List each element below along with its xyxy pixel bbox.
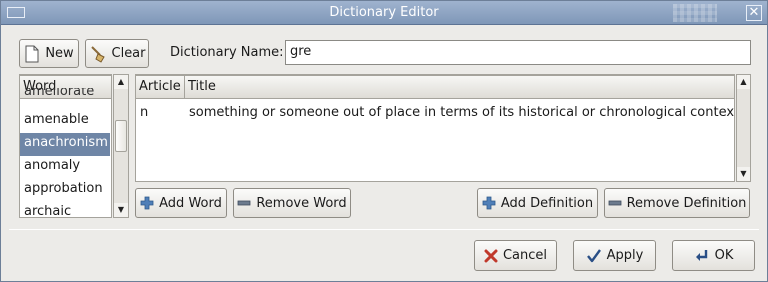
word-list[interactable]: Word ameliorate amenable anachronism ano… xyxy=(19,74,112,218)
cancel-icon xyxy=(484,249,498,262)
new-document-icon xyxy=(25,45,39,62)
apply-label: Apply xyxy=(606,248,644,263)
remove-word-label: Remove Word xyxy=(256,195,347,211)
title-bar[interactable]: Dictionary Editor ✕ xyxy=(1,1,767,25)
checkmark-icon xyxy=(586,248,601,262)
remove-definition-label: Remove Definition xyxy=(626,195,747,211)
scroll-thumb[interactable] xyxy=(115,120,127,152)
dictionary-editor-window: Dictionary Editor ✕ New Clear Dictionary… xyxy=(0,0,768,282)
list-item-selected[interactable]: anachronism xyxy=(20,133,110,156)
dictionary-name-label: Dictionary Name: xyxy=(170,45,284,60)
scroll-down-arrow-icon[interactable]: ▼ xyxy=(737,167,750,181)
remove-definition-button[interactable]: Remove Definition xyxy=(604,188,750,218)
new-button-label: New xyxy=(45,46,74,61)
apply-button[interactable]: Apply xyxy=(573,240,656,271)
list-item-partial[interactable]: ameliorate xyxy=(20,88,110,102)
titlebar-decoration xyxy=(673,4,717,22)
minus-icon xyxy=(608,200,621,206)
plus-icon xyxy=(140,196,154,210)
cancel-button[interactable]: Cancel xyxy=(474,240,557,271)
plus-icon xyxy=(482,196,496,210)
separator xyxy=(9,229,759,230)
row-article: n xyxy=(140,105,149,120)
broom-icon xyxy=(90,45,105,63)
remove-word-button[interactable]: Remove Word xyxy=(233,188,351,218)
word-list-scrollbar[interactable]: ▲ ▼ xyxy=(113,74,129,218)
definitions-scrollbar[interactable]: ▲ ▼ xyxy=(736,74,751,182)
definitions-table[interactable]: Article Title n something or someone out… xyxy=(135,74,735,182)
new-button[interactable]: New xyxy=(19,39,79,68)
ok-label: OK xyxy=(714,248,734,263)
close-icon[interactable]: ✕ xyxy=(746,5,762,21)
title-column-header[interactable]: Title xyxy=(184,75,734,99)
list-item[interactable]: approbation xyxy=(20,179,110,202)
ok-button[interactable]: OK xyxy=(672,240,755,271)
add-word-button[interactable]: Add Word xyxy=(135,188,227,218)
list-item[interactable]: amenable xyxy=(20,110,110,133)
row-title: something or someone out of place in ter… xyxy=(189,105,735,120)
clear-button-label: Clear xyxy=(111,46,146,61)
enter-arrow-icon xyxy=(695,249,707,261)
add-word-label: Add Word xyxy=(159,195,222,211)
clear-button[interactable]: Clear xyxy=(85,39,149,68)
cancel-label: Cancel xyxy=(502,248,548,263)
table-row[interactable]: n something or someone out of place in t… xyxy=(136,105,735,125)
minus-icon xyxy=(237,200,251,206)
list-item[interactable]: anomaly xyxy=(20,156,110,179)
dictionary-name-field[interactable]: gre xyxy=(285,40,751,65)
scroll-up-arrow-icon[interactable]: ▲ xyxy=(114,75,128,89)
add-definition-label: Add Definition xyxy=(500,195,594,211)
article-column-header[interactable]: Article xyxy=(136,75,185,99)
scroll-up-arrow-icon[interactable]: ▲ xyxy=(737,75,750,89)
list-item[interactable]: archaic xyxy=(20,202,110,217)
window-title: Dictionary Editor xyxy=(329,5,439,20)
add-definition-button[interactable]: Add Definition xyxy=(477,188,598,218)
scroll-down-arrow-icon[interactable]: ▼ xyxy=(114,203,128,217)
